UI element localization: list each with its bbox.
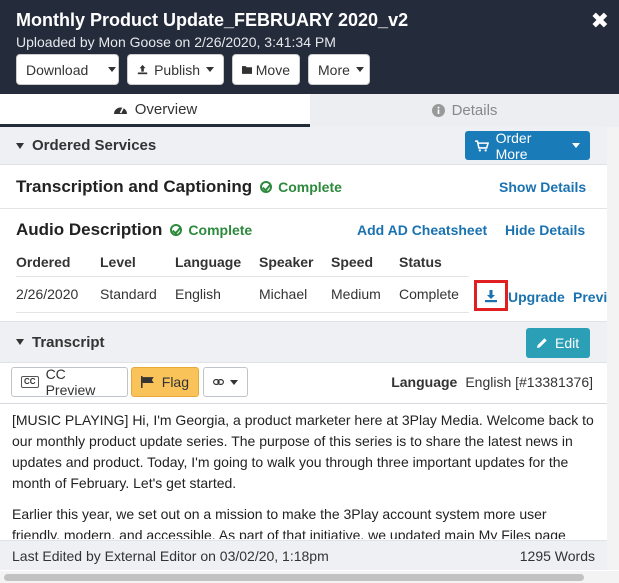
vertical-scrollbar[interactable] <box>607 127 619 570</box>
table-header-row: Ordered Level Language Speaker Speed Sta… <box>16 248 469 276</box>
transcript-body[interactable]: [MUSIC PLAYING] Hi, I'm Georgia, a produ… <box>0 403 607 539</box>
link-icon <box>213 379 224 385</box>
column-header: Speed <box>331 253 374 270</box>
transcript-title: Transcript <box>32 333 105 351</box>
collapse-caret-icon <box>16 142 24 149</box>
scrollbar-thumb[interactable] <box>4 574 584 581</box>
download-button-label: Download <box>26 61 89 78</box>
tab-bar: Overview Details <box>0 94 619 127</box>
cart-icon <box>475 139 489 152</box>
info-icon <box>431 104 445 117</box>
chevron-down-icon <box>572 143 580 148</box>
more-button-label: More <box>318 61 350 78</box>
last-edited-info: Last Edited by External Editor on 03/02/… <box>12 547 329 564</box>
column-header: Speaker <box>259 253 314 270</box>
language-cell: English <box>175 275 259 313</box>
audio-description-name: Audio Description <box>16 220 163 239</box>
level-cell: Standard <box>100 275 175 313</box>
column-header: Level <box>100 253 136 270</box>
tab-details-label: Details <box>451 102 498 119</box>
check-circle-icon <box>260 181 273 193</box>
cc-preview-button[interactable]: CC CC Preview <box>11 366 128 398</box>
chevron-down-icon <box>206 67 214 72</box>
order-more-label: Order More <box>495 129 532 162</box>
ordered-services-toggle[interactable]: Ordered Services <box>0 137 156 154</box>
speed-cell: Medium <box>331 275 399 313</box>
flag-button-label: Flag <box>161 374 189 390</box>
language-value: English [#13381376] <box>465 374 593 390</box>
chevron-down-icon[interactable] <box>108 67 117 72</box>
chevron-down-icon <box>230 379 238 385</box>
tab-overview-label: Overview <box>134 100 198 118</box>
download-button[interactable]: Download <box>16 54 119 85</box>
column-header: Status <box>399 253 442 270</box>
close-icon[interactable]: ✖ <box>591 8 609 34</box>
publish-button-label: Publish <box>154 61 200 78</box>
table-row: 2/26/2020 Standard English Michael Mediu… <box>16 275 469 313</box>
column-header: Ordered <box>16 253 71 270</box>
section-divider <box>0 208 607 209</box>
move-button-label: Move <box>255 61 290 78</box>
language-label: Language <box>391 374 458 390</box>
audio-description-table: Ordered Level Language Speaker Speed Sta… <box>16 248 469 313</box>
word-count: 1295 Words <box>519 547 595 564</box>
language-info: Language English [#13381376] <box>391 374 593 390</box>
upload-icon <box>137 64 148 75</box>
chevron-down-icon <box>355 67 364 72</box>
horizontal-scrollbar[interactable] <box>0 571 619 583</box>
transcript-paragraph: Earlier this year, we set out on a missi… <box>12 506 566 539</box>
hide-details-link[interactable]: Hide Details <box>505 222 585 238</box>
transcription-status: Complete <box>278 179 342 195</box>
add-ad-cheatsheet-link[interactable]: Add AD Cheatsheet <box>357 222 487 238</box>
tab-overview[interactable]: Overview <box>0 94 310 127</box>
status-badge: Complete <box>170 222 252 238</box>
collapse-caret-icon <box>16 339 24 345</box>
transcript-footer: Last Edited by External Editor on 03/02/… <box>0 540 607 570</box>
download-ad-button[interactable] <box>474 280 508 311</box>
download-icon <box>485 289 497 302</box>
transcript-header[interactable]: Transcript <box>0 321 607 363</box>
check-circle-icon <box>170 224 183 236</box>
file-header: Monthly Product Update_FEBRUARY 2020_v2 … <box>0 0 619 94</box>
transcription-service: Transcription and Captioning Complete <box>16 177 342 197</box>
move-button[interactable]: Move <box>232 54 300 85</box>
upload-info: Uploaded by Mon Goose on 2/26/2020, 3:41… <box>16 34 336 50</box>
transcription-service-name: Transcription and Captioning <box>16 177 253 196</box>
pencil-icon <box>537 338 547 348</box>
order-more-button[interactable]: Order More <box>465 129 590 162</box>
file-title: Monthly Product Update_FEBRUARY 2020_v2 <box>16 10 409 30</box>
edit-button-label: Edit <box>555 335 580 351</box>
tab-details[interactable]: Details <box>310 94 619 127</box>
closed-captions-icon: CC <box>21 376 39 388</box>
cc-preview-label: CC Preview <box>45 366 96 398</box>
speaker-cell: Michael <box>259 275 331 313</box>
ordered-services-title: Ordered Services <box>32 137 157 154</box>
header-actions: Download Publish Move More <box>16 54 370 85</box>
more-button[interactable]: More <box>308 54 370 85</box>
link-options-button[interactable] <box>203 367 248 397</box>
column-header: Language <box>175 253 242 270</box>
ordered-date: 2/26/2020 <box>16 275 100 313</box>
dashboard-icon <box>113 107 127 114</box>
transcript-paragraph: [MUSIC PLAYING] Hi, I'm Georgia, a produ… <box>12 412 594 491</box>
audio-description-status: Complete <box>188 222 253 238</box>
flag-button[interactable]: Flag <box>131 367 199 397</box>
show-details-link[interactable]: Show Details <box>499 179 586 195</box>
flag-icon <box>141 376 154 388</box>
audio-description-service: Audio Description Complete <box>16 220 252 240</box>
upgrade-link[interactable]: Upgrade <box>508 289 565 305</box>
preview-link[interactable]: Previ <box>573 289 607 305</box>
status-badge: Complete <box>260 179 342 195</box>
transcript-toggle[interactable]: Transcript <box>0 334 105 351</box>
edit-button[interactable]: Edit <box>526 328 590 358</box>
status-cell: Complete <box>399 275 469 313</box>
publish-button[interactable]: Publish <box>127 54 224 85</box>
folder-icon <box>242 65 252 74</box>
